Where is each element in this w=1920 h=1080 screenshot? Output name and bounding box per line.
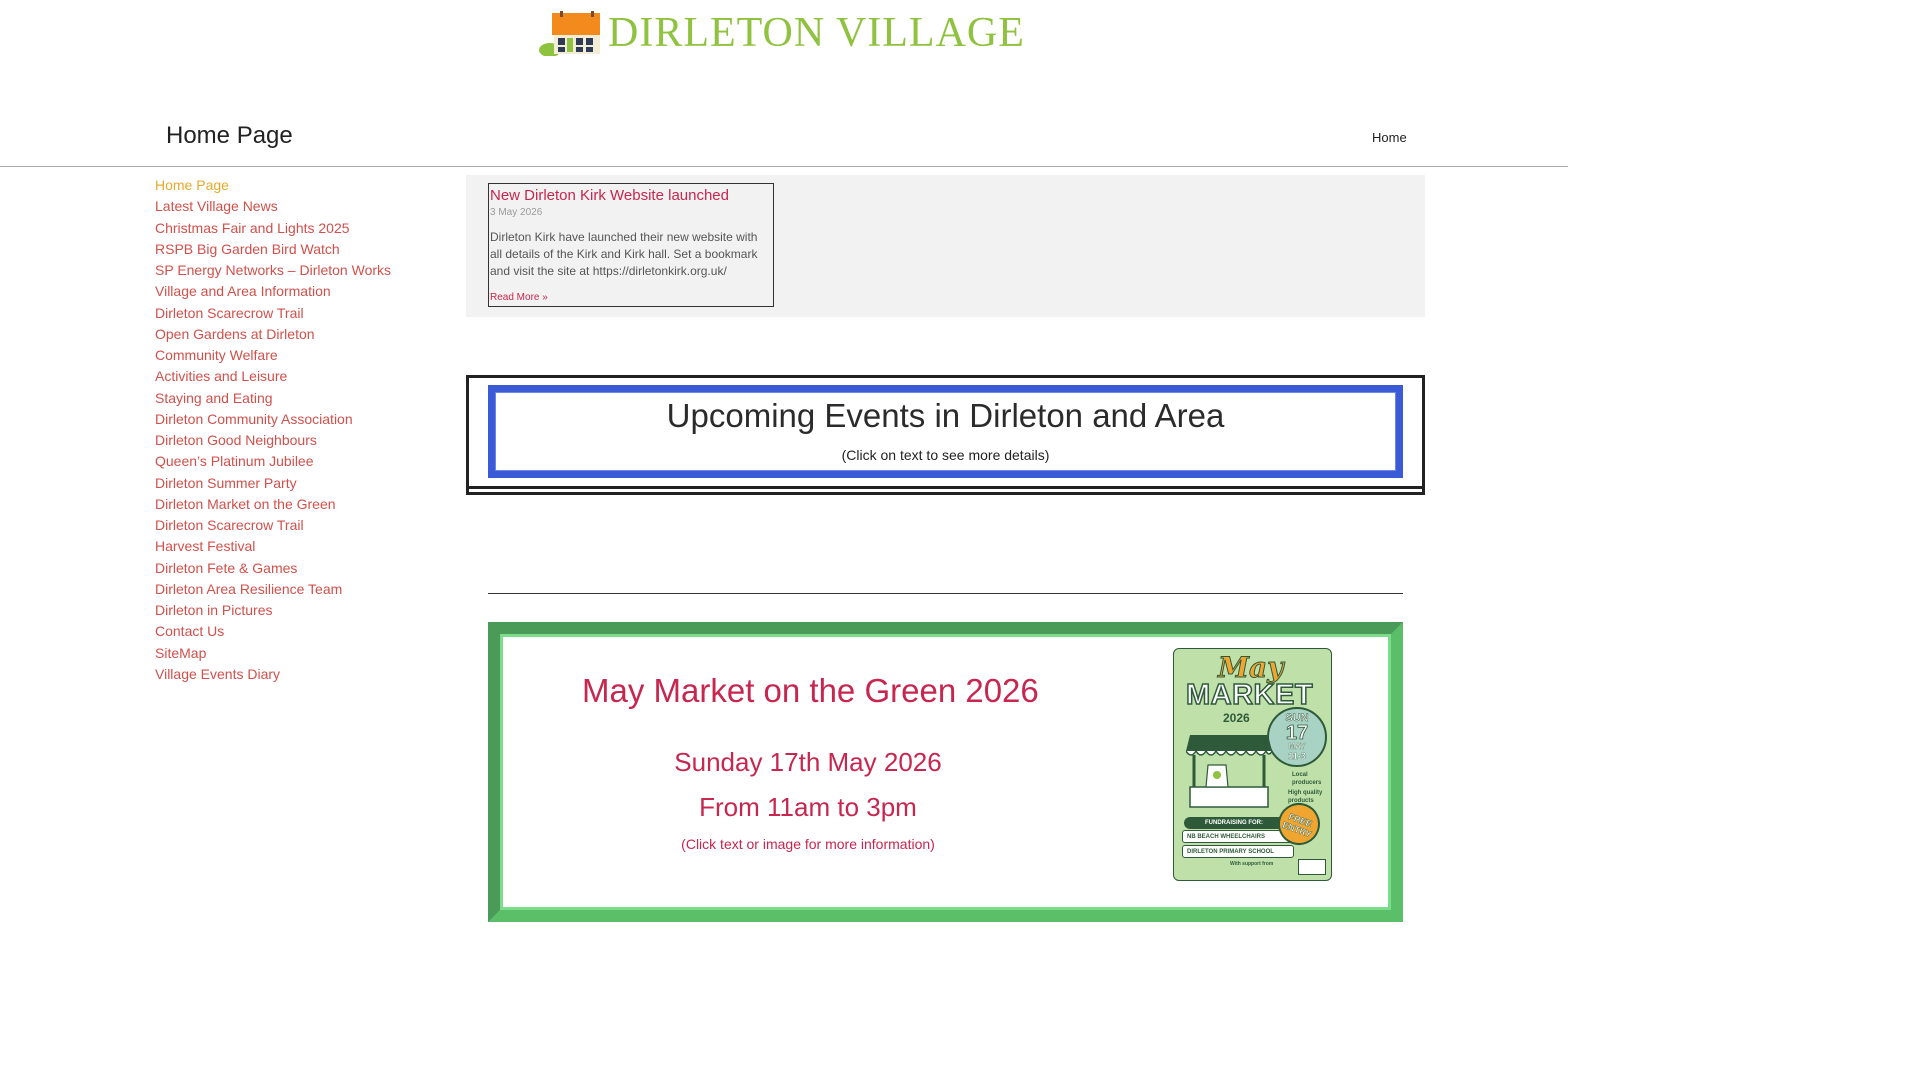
market-date[interactable]: Sunday 17th May 2026 — [488, 747, 1128, 778]
page-title: Home Page — [166, 122, 293, 149]
sidebar-item-staying-eating[interactable]: Staying and Eating — [155, 388, 435, 409]
news-date: 3 May 2026 — [490, 207, 543, 218]
top-nav-home-link[interactable]: Home — [1372, 130, 1407, 145]
sidebar-item-scarecrow-trail[interactable]: Dirleton Scarecrow Trail — [155, 303, 435, 324]
sidebar-item-platinum-jubilee[interactable]: Queen’s Platinum Jubilee — [155, 451, 435, 472]
sidebar-item-summer-party[interactable]: Dirleton Summer Party — [155, 473, 435, 494]
news-title-link[interactable]: New Dirleton Kirk Website launched — [490, 186, 772, 204]
market-info-note[interactable]: (Click text or image for more informatio… — [488, 836, 1128, 852]
sidebar-item-fete-games[interactable]: Dirleton Fete & Games — [155, 558, 435, 579]
poster-badge-time: 11-3 — [1288, 751, 1306, 761]
sidebar-item-events-diary[interactable]: Village Events Diary — [155, 664, 435, 685]
events-heading: Upcoming Events in Dirleton and Area — [666, 397, 1225, 434]
sidebar-nav: Home Page Latest Village News Christmas … — [155, 175, 435, 685]
sidebar-item-christmas-fair[interactable]: Christmas Fair and Lights 2025 — [155, 218, 435, 239]
poster-year: 2026 — [1223, 711, 1250, 725]
poster-date-badge: SUN 17 MAY 11-3 — [1267, 707, 1327, 767]
sidebar-item-harvest-festival[interactable]: Harvest Festival — [155, 536, 435, 557]
market-poster-image[interactable]: May MARKET 2026 SUN 17 MAY 11-3 Local pr… — [1173, 648, 1332, 881]
sidebar-item-market-on-green[interactable]: Dirleton Market on the Green — [155, 494, 435, 515]
sidebar-item-open-gardens[interactable]: Open Gardens at Dirleton — [155, 324, 435, 345]
sidebar-item-community-welfare[interactable]: Community Welfare — [155, 345, 435, 366]
events-frame-bottom — [466, 486, 1425, 495]
sidebar-item-scarecrow-trail-2[interactable]: Dirleton Scarecrow Trail — [155, 515, 435, 536]
poster-org-beach-wheelchairs: NB BEACH WHEELCHAIRS — [1182, 830, 1294, 843]
sidebar-item-rspb-bird-watch[interactable]: RSPB Big Garden Bird Watch — [155, 239, 435, 260]
site-name: DIRLETON VILLAGE — [608, 10, 1025, 56]
sidebar-item-latest-village-news[interactable]: Latest Village News — [155, 196, 435, 217]
cottage-logo-icon — [538, 10, 602, 57]
sidebar-item-sitemap[interactable]: SiteMap — [155, 643, 435, 664]
site-logo[interactable]: DIRLETON VILLAGE — [538, 8, 1025, 57]
market-time[interactable]: From 11am to 3pm — [488, 792, 1128, 823]
market-title-link[interactable]: May Market on the Green 2026 — [582, 672, 1039, 710]
market-stall-icon — [1185, 731, 1273, 811]
poster-badge-date: 17 — [1285, 722, 1309, 744]
sponsor-logo-icon — [1298, 859, 1326, 875]
section-divider — [488, 593, 1403, 594]
sidebar-item-good-neighbours[interactable]: Dirleton Good Neighbours — [155, 430, 435, 451]
poster-fundraising-label: FUNDRAISING FOR: — [1184, 817, 1284, 829]
sidebar-item-sp-energy-networks[interactable]: SP Energy Networks – Dirleton Works — [155, 260, 435, 281]
events-header-box: Upcoming Events in Dirleton and Area (Cl… — [488, 385, 1403, 478]
header-divider — [0, 166, 1568, 167]
sidebar-item-resilience-team[interactable]: Dirleton Area Resilience Team — [155, 579, 435, 600]
poster-support-text: With support from — [1230, 861, 1274, 867]
sidebar-item-contact-us[interactable]: Contact Us — [155, 621, 435, 642]
sidebar-item-community-association[interactable]: Dirleton Community Association — [155, 409, 435, 430]
poster-badge-month: MAY — [1288, 742, 1306, 751]
latest-news-section: New Dirleton Kirk Website launched 3 May… — [466, 175, 1425, 317]
sidebar-item-village-area-info[interactable]: Village and Area Information — [155, 281, 435, 302]
news-card: New Dirleton Kirk Website launched 3 May… — [488, 183, 774, 307]
sidebar-item-in-pictures[interactable]: Dirleton in Pictures — [155, 600, 435, 621]
sidebar-item-home-page[interactable]: Home Page — [155, 175, 435, 196]
read-more-link[interactable]: Read More » — [490, 292, 772, 303]
events-subheading: (Click on text to see more details) — [841, 447, 1050, 463]
news-excerpt: Dirleton Kirk have launched their new we… — [490, 230, 758, 278]
poster-note-local: Local producers — [1292, 772, 1322, 786]
poster-org-primary-school: DIRLETON PRIMARY SCHOOL — [1182, 845, 1294, 858]
sidebar-item-activities-leisure[interactable]: Activities and Leisure — [155, 366, 435, 387]
